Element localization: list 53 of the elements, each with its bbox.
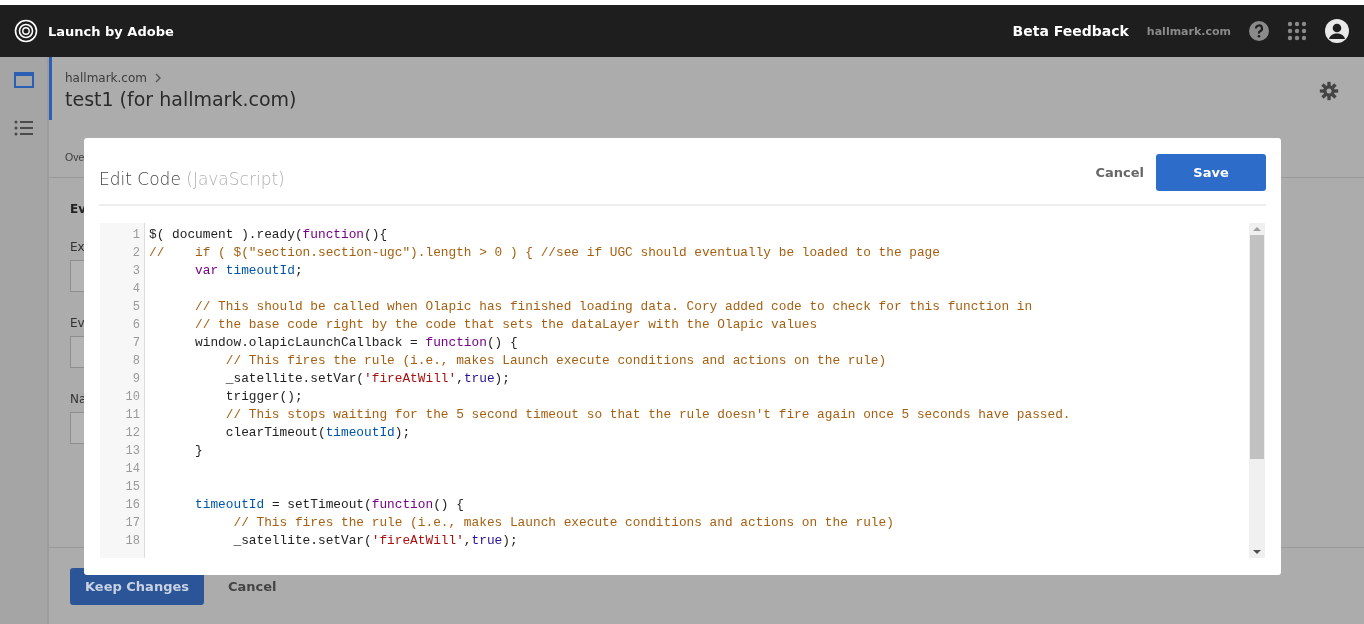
- line-number: 6: [131, 317, 141, 334]
- code-line: // This fires the rule (i.e., makes Launch execute conditions and actions on the rule): [224, 352, 888, 370]
- code-line: // This should be called when Olapic has finished loading data. Cory added code to check for this function in: [194, 298, 1034, 316]
- code-line: clearTimeout(timeoutId);: [224, 424, 412, 442]
- settings-icon[interactable]: [1319, 81, 1339, 101]
- feedback-link[interactable]: Beta Feedback: [1012, 23, 1129, 39]
- page-title: test1 (for hallmark.com): [65, 88, 297, 110]
- line-number: 8: [131, 353, 141, 370]
- line-number: 13: [124, 443, 141, 460]
- code-line: _satellite.setVar('fireAtWill',true);: [232, 532, 519, 550]
- line-number: 9: [131, 371, 141, 388]
- line-number: 3: [131, 263, 141, 280]
- code-line: }: [194, 442, 204, 460]
- code-line: $( document ).ready(function(){: [149, 226, 389, 244]
- line-number: 4: [131, 281, 141, 298]
- scrollbar[interactable]: [1249, 223, 1265, 558]
- window-icon[interactable]: [12, 69, 35, 91]
- cancel-button[interactable]: Cancel: [1091, 159, 1148, 186]
- line-number: 14: [124, 461, 141, 478]
- line-number: 12: [124, 425, 141, 442]
- help-icon[interactable]: [1249, 21, 1269, 41]
- apps-grid-icon[interactable]: [1287, 21, 1307, 41]
- org-switcher[interactable]: hallmark.com: [1146, 24, 1231, 38]
- line-number: 2: [131, 245, 141, 262]
- field-label: Ev: [70, 316, 85, 330]
- code-line: trigger();: [224, 388, 304, 406]
- code-line: var timeoutId;: [194, 262, 304, 280]
- code-line: timeoutId = setTimeout(function() {: [194, 496, 465, 514]
- line-number: 15: [124, 479, 141, 496]
- line-number: 11: [124, 407, 141, 424]
- avatar-icon[interactable]: [1325, 19, 1349, 43]
- line-number: 5: [131, 299, 141, 316]
- line-number: 17: [124, 515, 141, 532]
- line-number: 1: [131, 227, 141, 244]
- line-number: 7: [131, 335, 141, 352]
- breadcrumb-link[interactable]: hallmark.com: [65, 71, 147, 85]
- tab[interactable]: Ove: [65, 151, 85, 163]
- code-line: _satellite.setVar('fireAtWill',true);: [224, 370, 511, 388]
- dialog-title: Edit Code (JavaScript): [99, 168, 286, 189]
- code-line: // This stops waiting for the 5 second timeout so that the rule doesn't fire again once 5 seconds have passed.: [224, 406, 1072, 424]
- line-number: 16: [124, 497, 141, 514]
- chevron-icon: [155, 73, 161, 83]
- save-button[interactable]: Save: [1156, 154, 1266, 191]
- code-line: // This fires the rule (i.e., makes Launch execute conditions and actions on the rule): [232, 514, 895, 532]
- code-line: // if ( $("section.section-ugc").length > 0 ) { //see if UGC should eventually be loaded to the page: [149, 244, 941, 262]
- field-label: Ex: [70, 240, 85, 254]
- code-line: // the base code right by the code that sets the dataLayer with the Olapic values: [194, 316, 819, 334]
- logo-icon: [14, 19, 38, 43]
- line-number: 18: [124, 533, 141, 550]
- code-line: window.olapicLaunchCallback = function() {: [194, 334, 519, 352]
- cancel-button[interactable]: Cancel: [216, 578, 289, 594]
- product-name[interactable]: Launch by Adobe: [48, 23, 174, 39]
- line-number: 10: [124, 389, 141, 406]
